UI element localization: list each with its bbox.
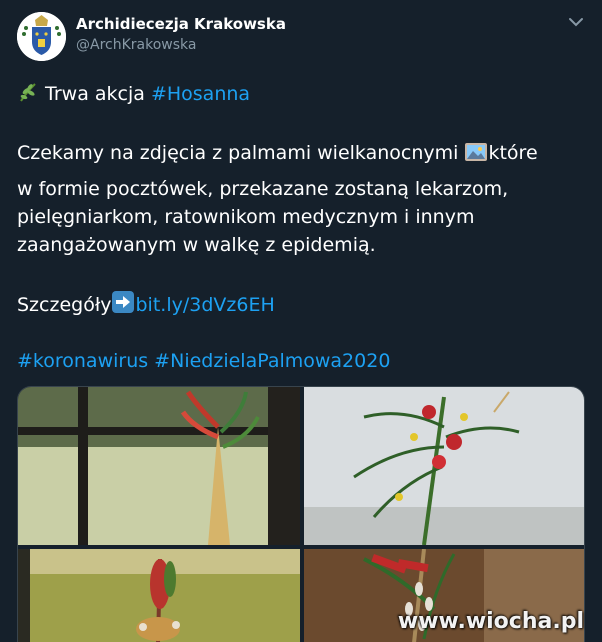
chevron-down-icon[interactable] bbox=[566, 14, 586, 30]
watermark: www.wiocha.pl bbox=[397, 609, 584, 634]
tweet-body-line-1: Czekamy na zdjęcia z palmami wielkanocny… bbox=[17, 141, 538, 165]
details-link[interactable]: bit.ly/3dVz6EH bbox=[135, 294, 274, 316]
photo-palm-garden[interactable] bbox=[18, 549, 300, 642]
photo-palm-white-wall[interactable] bbox=[304, 387, 584, 545]
tweet-body-line-2: w formie pocztówek, przekazane zostaną l… bbox=[17, 178, 509, 200]
author-name[interactable]: Archidiecezja Krakowska bbox=[76, 15, 286, 33]
framed-picture-emoji-icon bbox=[465, 143, 488, 161]
hashtag-hosanna[interactable]: #Hosanna bbox=[151, 83, 250, 105]
body-text-part-2: które bbox=[488, 142, 538, 164]
photo-3-image bbox=[18, 549, 300, 642]
photo-1-image bbox=[18, 387, 300, 545]
tweet-hashtags[interactable]: #koronawirus #NiedzielaPalmowa2020 bbox=[17, 349, 390, 373]
tweet-header: Archidiecezja Krakowska @ArchKrakowska bbox=[0, 0, 602, 70]
tweet-intro-text: Trwa akcja bbox=[45, 83, 151, 105]
tweet-details-line: Szczegóły bit.ly/3dVz6EH bbox=[17, 290, 275, 317]
details-label: Szczegóły bbox=[17, 294, 112, 316]
author-handle[interactable]: @ArchKrakowska bbox=[76, 37, 196, 53]
body-text-part-1: Czekamy na zdjęcia z palmami wielkanocny… bbox=[17, 142, 465, 164]
herb-emoji-icon bbox=[20, 83, 36, 102]
media-grid bbox=[17, 386, 585, 642]
right-arrow-emoji-icon bbox=[112, 291, 135, 313]
photo-palm-windowsill[interactable] bbox=[18, 387, 300, 545]
photo-2-image bbox=[304, 387, 584, 545]
coat-of-arms-icon bbox=[17, 12, 66, 61]
tweet-body-line-3: pielęgniarkom, ratownikom medycznym i in… bbox=[17, 206, 475, 228]
tweet-body-line-4: zaangażowanym w walkę z epidemią. bbox=[17, 234, 376, 256]
tweet-first-line: Trwa akcja #Hosanna bbox=[17, 81, 250, 106]
avatar[interactable] bbox=[17, 12, 66, 61]
